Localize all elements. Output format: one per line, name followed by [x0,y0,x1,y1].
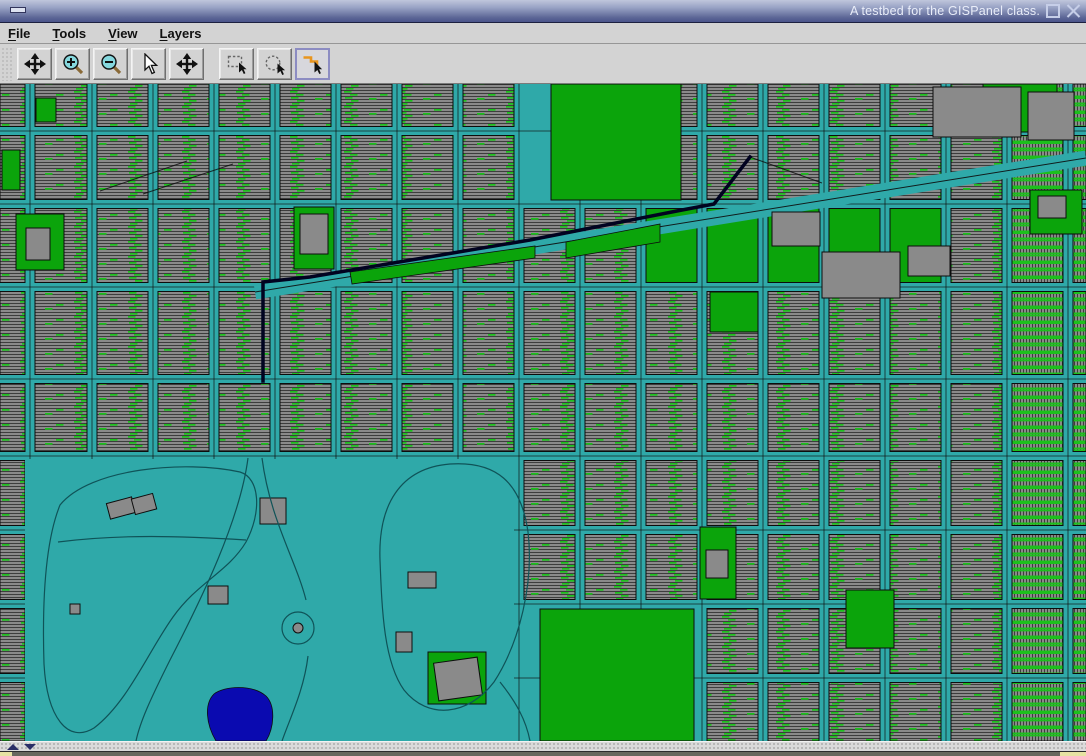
move-button[interactable] [169,48,204,80]
cursor-arrow-icon [138,53,160,75]
window-title: A testbed for the GISPanel class. [850,4,1040,18]
divider-collapse-up-icon[interactable] [7,744,19,750]
move-arrows-icon [176,53,198,75]
map-canvas[interactable] [0,84,1086,741]
bottom-right-corner-chip [1060,752,1086,756]
gis-map[interactable] [0,84,1086,741]
menu-file[interactable]: File [8,26,30,41]
bottom-left-corner-chip [0,752,12,756]
select-rect-button[interactable] [219,48,254,80]
toolbar-drag-handle[interactable] [1,47,14,81]
move-arrows-icon [24,53,46,75]
close-button[interactable] [1066,4,1080,18]
window-menu-icon[interactable] [10,7,26,13]
magnifier-plus-icon [62,53,84,75]
menu-layers[interactable]: Layers [160,26,202,41]
bottom-panel-edge [0,751,1086,756]
menu-bar: File Tools View Layers [0,23,1086,44]
route-trace-icon [302,53,324,75]
divider-collapse-down-icon[interactable] [24,744,36,750]
pan-button[interactable] [17,48,52,80]
marquee-rect-icon [226,53,248,75]
zoom-in-button[interactable] [55,48,90,80]
title-bar[interactable]: A testbed for the GISPanel class. [0,0,1086,23]
magnifier-minus-icon [100,53,122,75]
marquee-circle-icon [264,53,286,75]
menu-tools[interactable]: Tools [52,26,86,41]
split-pane-divider[interactable] [0,741,1086,751]
maximize-button[interactable] [1046,4,1060,18]
zoom-out-button[interactable] [93,48,128,80]
select-route-button[interactable] [295,48,330,80]
select-button[interactable] [131,48,166,80]
select-lasso-button[interactable] [257,48,292,80]
app-window: A testbed for the GISPanel class. File To… [0,0,1086,756]
menu-view[interactable]: View [108,26,137,41]
toolbar [0,45,1086,84]
